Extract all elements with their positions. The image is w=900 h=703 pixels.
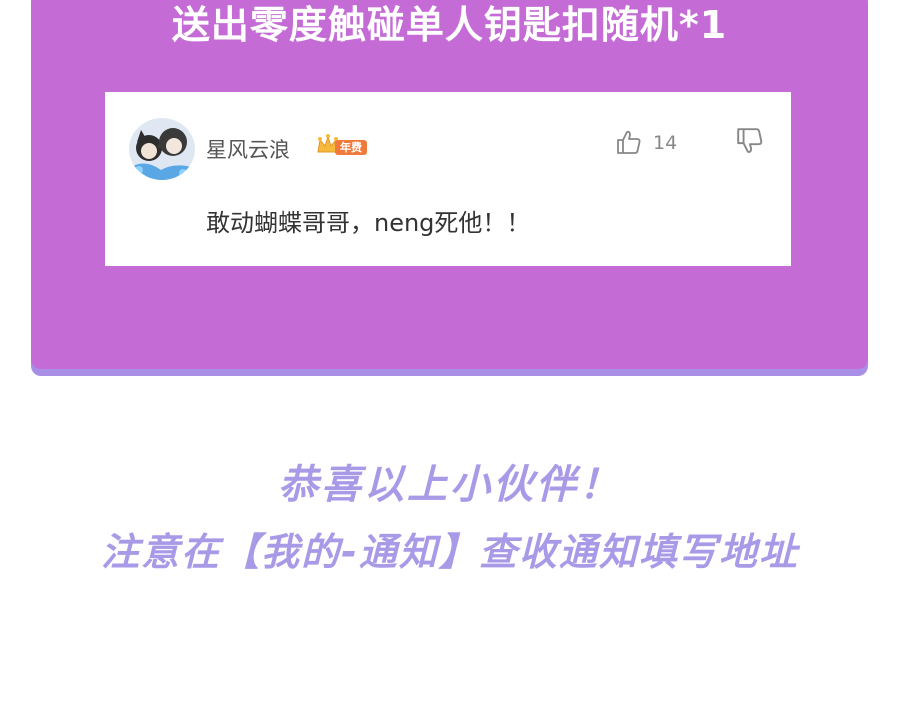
- vip-badge: 年费: [315, 132, 373, 158]
- thumbs-up-icon: [617, 130, 641, 154]
- username[interactable]: 星风云浪: [206, 134, 290, 164]
- dislike-button[interactable]: [735, 126, 765, 156]
- thumbs-down-icon: [737, 128, 763, 153]
- comment-card: 星风云浪 年费 14 敢动蝴蝶哥哥，neng死他！！: [105, 92, 791, 266]
- user-avatar[interactable]: [129, 118, 195, 180]
- like-button[interactable]: 14: [615, 124, 695, 158]
- notice-message: 注意在【我的-通知】查收通知填写地址: [101, 530, 799, 574]
- congrats-message: 恭喜以上小伙伴！: [278, 462, 622, 508]
- banner-panel: 送出零度触碰单人钥匙扣随机*1 星风云浪 年费 14 敢动蝴蝶哥哥，neng死他…: [31, 0, 868, 369]
- like-count: 14: [653, 132, 678, 154]
- badge-label: 年费: [335, 140, 367, 155]
- comment-text: 敢动蝴蝶哥哥，neng死他！！: [206, 209, 531, 237]
- banner-title: 送出零度触碰单人钥匙扣随机*1: [171, 3, 728, 47]
